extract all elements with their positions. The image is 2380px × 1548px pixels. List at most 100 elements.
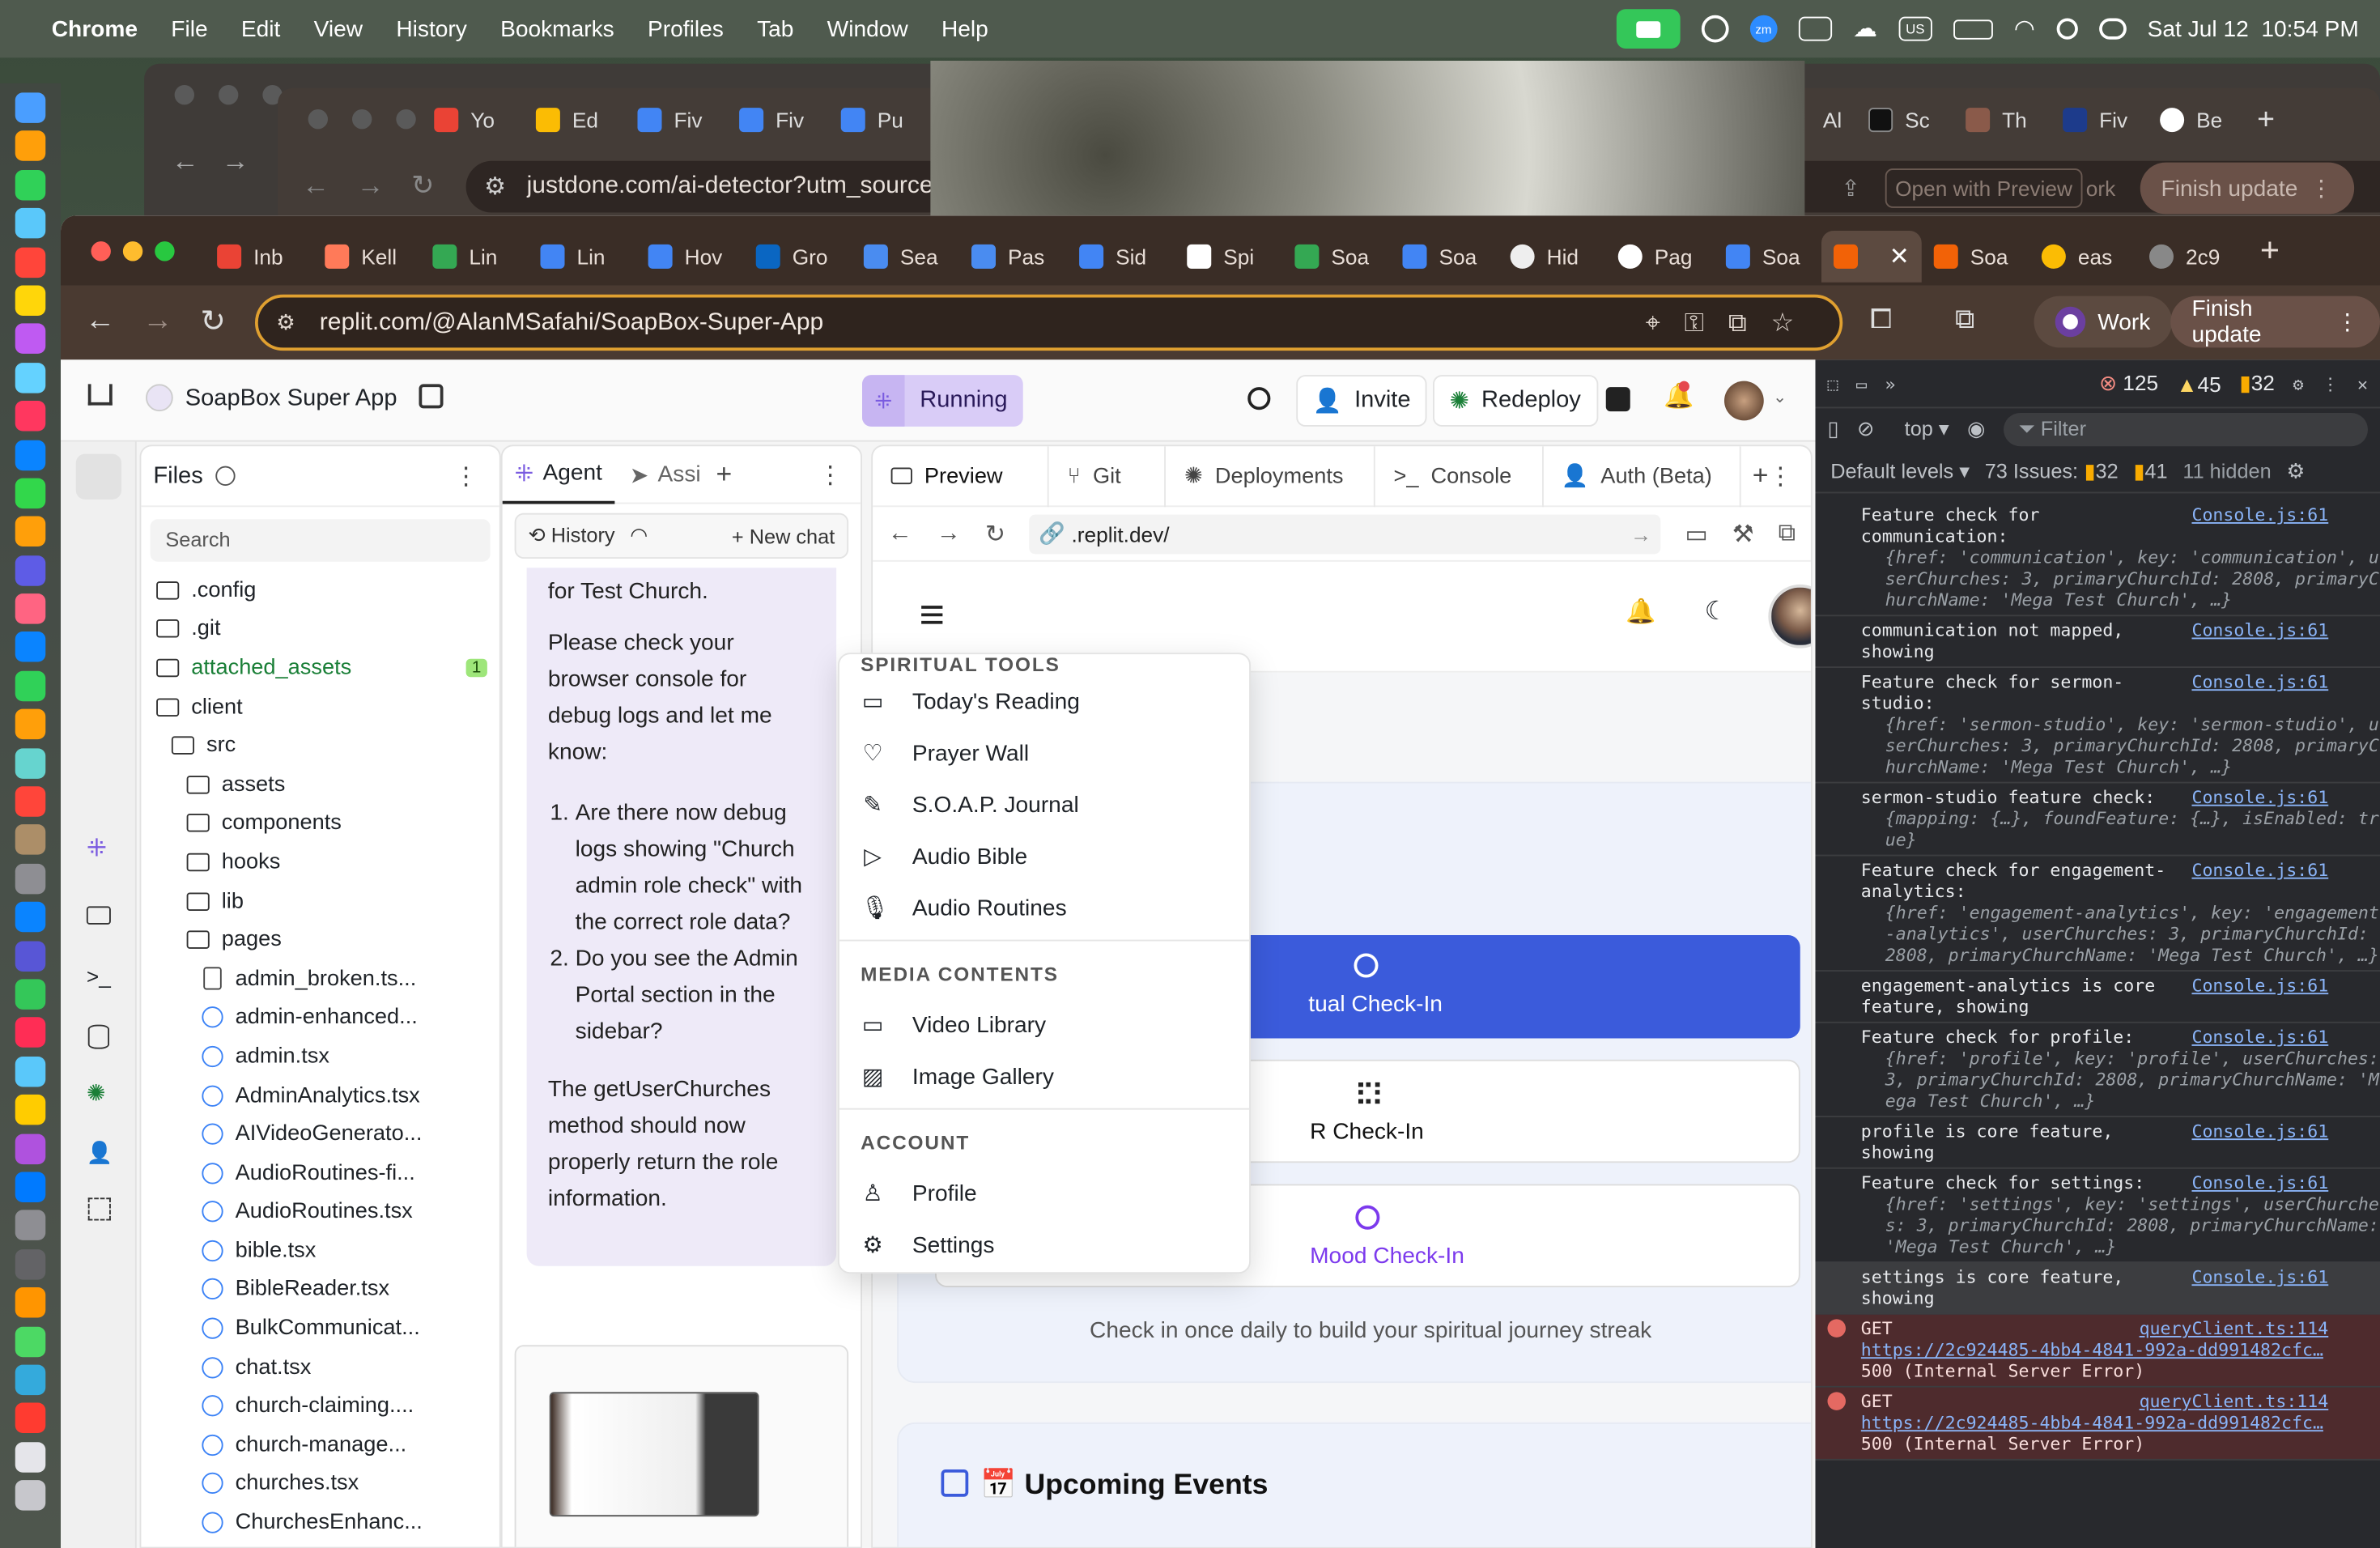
menu-item-audio-routines[interactable]: 🎙 Audio Routines — [839, 882, 1249, 933]
dock-app-icon[interactable] — [15, 632, 46, 663]
dock-app-icon[interactable] — [15, 1133, 46, 1164]
menu-help[interactable]: Help — [941, 16, 988, 42]
live-expression-icon[interactable]: ◉ — [1967, 418, 1985, 442]
tab-hid[interactable]: Hid — [1498, 231, 1606, 283]
log-source-link[interactable]: Console.js:61 — [2191, 504, 2328, 525]
status-icon[interactable] — [1701, 15, 1729, 43]
close-window-button[interactable] — [91, 240, 111, 261]
dock-app-icon[interactable] — [15, 593, 46, 624]
new-chat-button[interactable]: + New chat — [732, 525, 835, 547]
console-error-entry[interactable]: GET queryClient.ts:114 https://2c924485-4b… — [1815, 1314, 2380, 1388]
file-tree-item[interactable]: BulkCommunicat... — [151, 1309, 499, 1348]
log-object-preview[interactable]: {href: 'sermon-studio', key: 'sermon-stu… — [1861, 713, 2380, 777]
console-log-entry[interactable]: settings is core feature, showing Console… — [1815, 1263, 2380, 1315]
panel-menu-icon[interactable]: ⋮ — [818, 459, 843, 490]
zoom-window-button[interactable] — [155, 240, 175, 261]
back-tab[interactable]: Yo — [422, 97, 524, 142]
dock-app-icon[interactable] — [15, 709, 46, 740]
log-object-preview[interactable]: {href: 'settings', key: 'settings', user… — [1861, 1193, 2380, 1257]
console-log-entry[interactable]: Feature check for settings: Console.js:61… — [1815, 1169, 2380, 1263]
weather-icon[interactable]: ☁ — [1853, 14, 1877, 45]
tab-deployments[interactable]: ✺ Deployments — [1167, 446, 1375, 507]
clear-console-icon[interactable]: ⊘ — [1857, 418, 1874, 442]
preview-icon[interactable] — [86, 906, 111, 925]
file-tree-item[interactable]: church-claiming.... — [151, 1387, 499, 1426]
file-tree-item[interactable]: clean-landing.tsx — [151, 1542, 499, 1547]
devtools-icon[interactable]: ⚒ — [1732, 518, 1754, 549]
dock-app-icon[interactable] — [15, 1403, 46, 1434]
log-source-link[interactable]: Console.js:61 — [2191, 786, 2328, 807]
context-select[interactable]: top ▾ — [1905, 418, 1949, 442]
console-log-entry[interactable]: Feature check for profile: Console.js:61{… — [1815, 1023, 2380, 1117]
file-tree-item[interactable]: hooks — [151, 843, 499, 882]
console-log-entry[interactable]: communication not mapped, showing Console… — [1815, 616, 2380, 668]
finish-update-button[interactable]: Finish update ⋮ — [2170, 296, 2380, 348]
tab-spi[interactable]: Spi — [1175, 231, 1282, 283]
issues-warn[interactable]: ▮32 — [2085, 459, 2119, 483]
file-tree-item[interactable]: churches.tsx — [151, 1465, 499, 1503]
zoom-icon[interactable]: zm — [1749, 15, 1778, 43]
hidden-count[interactable]: 11 hidden — [2182, 460, 2271, 483]
console-log-entry[interactable]: Feature check for sermon-studio: Console.… — [1815, 668, 2380, 784]
log-source-link[interactable]: Console.js:61 — [2191, 975, 2328, 996]
console-settings-icon[interactable]: ⚙ — [2286, 459, 2305, 483]
dock-app-icon[interactable] — [15, 92, 46, 123]
dock-app-icon[interactable] — [15, 401, 46, 432]
dock-app-icon[interactable] — [15, 246, 46, 278]
dock-app-icon[interactable] — [15, 517, 46, 547]
tab-soa-2[interactable]: Soa — [1391, 231, 1498, 283]
dock-app-icon[interactable] — [15, 208, 46, 239]
dock-app-icon[interactable] — [15, 940, 46, 972]
tab-sheets[interactable]: Lin — [420, 231, 528, 283]
log-source-link[interactable]: Console.js:61 — [2191, 1027, 2328, 1048]
back-tab[interactable]: Ed — [524, 97, 626, 142]
log-object-preview[interactable]: {href: 'profile', key: 'profile', userCh… — [1861, 1048, 2380, 1112]
chrome-menu-icon[interactable]: ⋮ — [2336, 308, 2359, 336]
back-new-tab-icon[interactable]: + — [2257, 103, 2275, 138]
log-source-link[interactable]: Console.js:61 — [2191, 1172, 2328, 1193]
file-tree-item[interactable]: AudioRoutines.tsx — [151, 1193, 499, 1231]
file-search-input[interactable]: Search — [150, 519, 491, 562]
menu-item-prayer-wall[interactable]: ♡ Prayer Wall — [839, 727, 1249, 779]
files-menu-icon[interactable]: ⋮ — [454, 461, 478, 491]
tab-preview[interactable]: Preview — [873, 446, 1050, 507]
tab-side[interactable]: Sid — [1067, 231, 1175, 283]
dock-app-icon[interactable] — [15, 1441, 46, 1473]
file-tree-item[interactable]: pages — [151, 921, 499, 959]
console-error-entry[interactable]: GET queryClient.ts:114 https://2c924485-4b… — [1815, 1387, 2380, 1461]
stop-icon[interactable] — [1605, 387, 1630, 412]
issues-label[interactable]: 73 Issues: — [1985, 460, 2078, 483]
error-url[interactable]: https://2c924485-4bb4-4841-992a-dd991482… — [1861, 1412, 2371, 1433]
dock-app-icon[interactable] — [15, 555, 46, 586]
tab-gmail[interactable]: Inb — [205, 231, 312, 283]
home-icon[interactable] — [87, 384, 113, 406]
outlook-icon[interactable] — [1798, 16, 1832, 41]
shell-icon[interactable]: >_ — [87, 964, 111, 989]
log-object-preview[interactable]: {href: 'communication', key: 'communicat… — [1861, 546, 2380, 610]
menu-view[interactable]: View — [314, 16, 363, 42]
project-title[interactable]: SoapBox Super App — [185, 385, 397, 413]
log-object-preview[interactable]: {href: 'engagement-analytics', key: 'eng… — [1861, 902, 2380, 966]
tab-search[interactable]: Sea — [852, 231, 959, 283]
tab-hubspot[interactable]: Kell — [312, 231, 420, 283]
preview-menu-icon[interactable]: ⋮ — [1768, 461, 1792, 491]
tab-git[interactable]: ⑂ Git — [1049, 446, 1167, 507]
dock-app-icon[interactable] — [15, 362, 46, 393]
back-tab[interactable]: Fiv — [626, 97, 728, 142]
menu-item-today-s-reading[interactable]: ▭ Today's Reading — [839, 675, 1249, 727]
dock-app-icon[interactable] — [15, 1017, 46, 1048]
dock-app-icon[interactable] — [15, 1364, 46, 1395]
history-button[interactable]: ⟲ History — [529, 524, 615, 548]
devtools-menu-icon[interactable]: ⋮ — [2322, 372, 2340, 393]
error-source-link[interactable]: queryClient.ts:114 — [2140, 1391, 2329, 1412]
file-tree-icon[interactable] — [75, 453, 121, 500]
log-source-link[interactable]: Console.js:61 — [2191, 619, 2328, 640]
menu-bookmarks[interactable]: Bookmarks — [500, 16, 614, 42]
open-new-tab-icon[interactable]: ⧉ — [1779, 520, 1796, 547]
console-log-entry[interactable]: engagement-analytics is core feature, sh… — [1815, 972, 2380, 1023]
dock-app-icon[interactable] — [15, 824, 46, 856]
battery-icon[interactable] — [1953, 19, 1993, 39]
menu-history[interactable]: History — [396, 16, 467, 42]
dock-app-icon[interactable] — [15, 1056, 46, 1087]
console-log-entry[interactable]: profile is core feature, showing Console.… — [1815, 1117, 2380, 1169]
